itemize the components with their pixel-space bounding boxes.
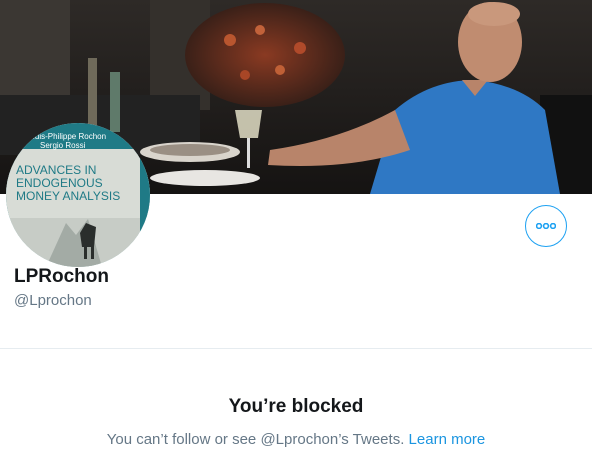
avatar-title-line2: ENDOGENOUS bbox=[16, 176, 103, 190]
learn-more-link[interactable]: Learn more bbox=[409, 431, 486, 448]
profile-avatar[interactable]: Louis-Philippe Rochon Sergio Rossi ADVAN… bbox=[6, 123, 150, 267]
section-divider bbox=[0, 348, 592, 349]
blocked-message-line: You can’t follow or see @Lprochon’s Twee… bbox=[0, 431, 592, 448]
blocked-message: You can’t follow or see @Lprochon’s Twee… bbox=[106, 431, 405, 448]
book-cover-avatar: Louis-Philippe Rochon Sergio Rossi ADVAN… bbox=[6, 123, 150, 267]
more-horizontal-icon bbox=[536, 223, 556, 229]
profile-display-name: LPRochon bbox=[14, 266, 109, 287]
avatar-title-line3: MONEY ANALYSIS bbox=[16, 189, 120, 203]
profile-handle: @Lprochon bbox=[14, 292, 92, 309]
avatar-authors-line2: Sergio Rossi bbox=[40, 141, 86, 150]
avatar-title-line1: ADVANCES IN bbox=[16, 163, 96, 177]
blocked-title: You’re blocked bbox=[228, 396, 364, 417]
more-options-button[interactable] bbox=[525, 205, 567, 247]
